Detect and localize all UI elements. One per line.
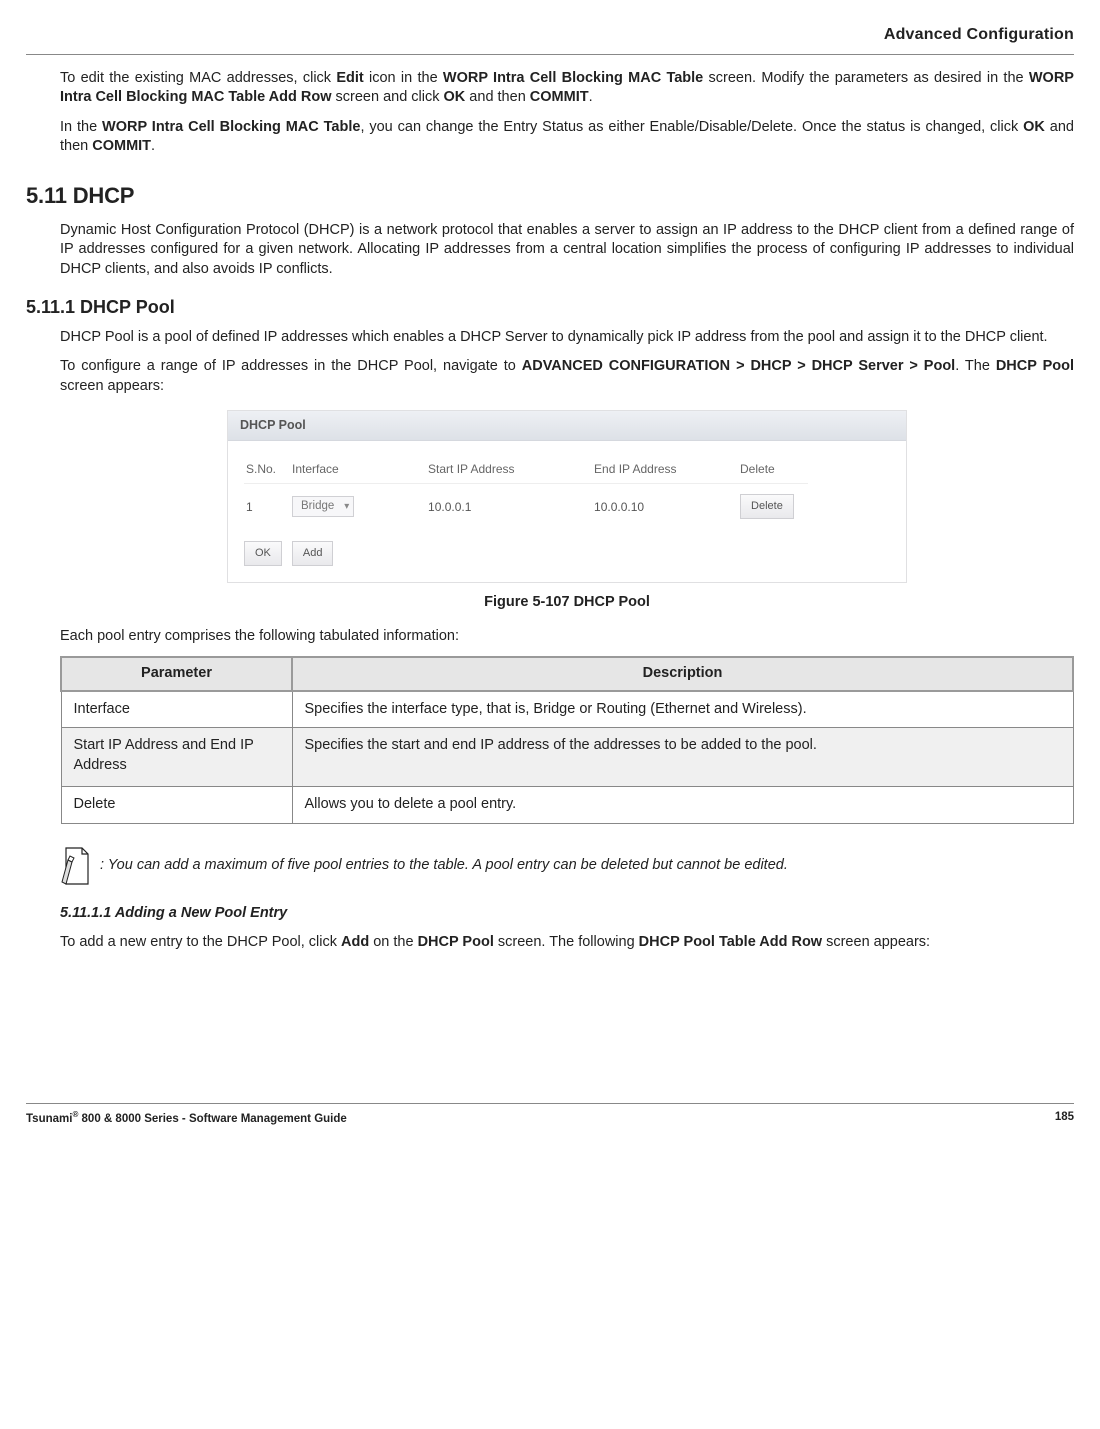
table-row: Start IP Address and End IP Address Spec…	[61, 728, 1073, 787]
ok-bold: OK	[1023, 119, 1045, 135]
figure-dhcp-pool: DHCP Pool S.No. Interface Start IP Addre…	[227, 410, 907, 583]
dhcp-heading: 5.11 DHCP	[26, 181, 1074, 211]
dhcp-pool-bold: DHCP Pool	[996, 358, 1074, 374]
col-description: Description	[292, 657, 1073, 691]
text: screen appears:	[60, 378, 164, 394]
cell-delete: Delete	[738, 484, 808, 529]
param-interface: Interface	[61, 691, 292, 728]
text: screen. Modify the parameters as desired…	[703, 70, 1029, 86]
pool-header-row: S.No. Interface Start IP Address End IP …	[244, 455, 808, 484]
interface-select[interactable]: Bridge ▾	[292, 496, 354, 518]
ok-button[interactable]: OK	[244, 541, 282, 566]
col-parameter: Parameter	[61, 657, 292, 691]
param-start-end-ip: Start IP Address and End IP Address	[61, 728, 292, 787]
col-start-ip: Start IP Address	[426, 455, 592, 484]
cell-sno: 1	[244, 484, 290, 529]
col-delete: Delete	[738, 455, 808, 484]
text: In the	[60, 119, 102, 135]
chapter-title: Advanced Configuration	[26, 20, 1074, 54]
param-header-row: Parameter Description	[61, 657, 1073, 691]
text: To edit the existing MAC addresses, clic…	[60, 70, 336, 86]
delete-button[interactable]: Delete	[740, 494, 794, 519]
cell-start-ip: 10.0.0.1	[426, 484, 592, 529]
text: To add a new entry to the DHCP Pool, cli…	[60, 934, 341, 950]
header-rule	[26, 54, 1074, 55]
chevron-down-icon: ▾	[344, 500, 349, 514]
table-lead: Each pool entry comprises the following …	[60, 627, 1074, 647]
text: .	[151, 138, 155, 154]
text: icon in the	[364, 70, 443, 86]
text: and then	[465, 89, 530, 105]
dhcp-pool-heading: 5.11.1 DHCP Pool	[26, 295, 1074, 319]
text: screen and click	[332, 89, 444, 105]
text: on the	[369, 934, 417, 950]
text: screen. The following	[494, 934, 639, 950]
param-delete: Delete	[61, 787, 292, 824]
add-bold: Add	[341, 934, 369, 950]
text: .	[589, 89, 593, 105]
note-icon	[60, 846, 92, 886]
intro-para-1: To edit the existing MAC addresses, clic…	[60, 69, 1074, 108]
dhcp-pool-bold: DHCP Pool	[418, 934, 494, 950]
table-row: Interface Specifies the interface type, …	[61, 691, 1073, 728]
dhcp-para: Dynamic Host Configuration Protocol (DHC…	[60, 221, 1074, 280]
note-text: : You can add a maximum of five pool ent…	[100, 856, 788, 876]
page-number: 185	[1055, 1110, 1074, 1127]
adding-heading: 5.11.1.1 Adding a New Pool Entry	[60, 904, 1074, 924]
footer-title: 800 & 8000 Series - Software Management …	[78, 1113, 346, 1125]
pool-para-1: DHCP Pool is a pool of defined IP addres…	[60, 328, 1074, 348]
edit-bold: Edit	[336, 70, 363, 86]
footer-product: Tsunami	[26, 1113, 72, 1125]
cell-end-ip: 10.0.0.10	[592, 484, 738, 529]
page-footer: Tsunami® 800 & 8000 Series - Software Ma…	[26, 1103, 1074, 1127]
figure-caption: Figure 5-107 DHCP Pool	[60, 593, 1074, 613]
add-row-bold: DHCP Pool Table Add Row	[639, 934, 822, 950]
intro-para-2: In the WORP Intra Cell Blocking MAC Tabl…	[60, 118, 1074, 157]
col-interface: Interface	[290, 455, 426, 484]
col-sno: S.No.	[244, 455, 290, 484]
ok-bold: OK	[444, 89, 466, 105]
table-row: Delete Allows you to delete a pool entry…	[61, 787, 1073, 824]
text: , you can change the Entry Status as eit…	[360, 119, 1023, 135]
col-end-ip: End IP Address	[592, 455, 738, 484]
desc-interface: Specifies the interface type, that is, B…	[292, 691, 1073, 728]
nav-path-bold: ADVANCED CONFIGURATION > DHCP > DHCP Ser…	[522, 358, 955, 374]
pool-row: 1 Bridge ▾ 10.0.0.1 10.0.0.10 Delete	[244, 484, 808, 529]
adding-heading-text: 5.11.1.1 Adding a New Pool Entry	[60, 905, 287, 921]
parameter-table: Parameter Description Interface Specifie…	[60, 656, 1074, 824]
interface-select-value: Bridge	[301, 499, 334, 515]
footer-left: Tsunami® 800 & 8000 Series - Software Ma…	[26, 1110, 347, 1127]
worp-table-bold: WORP Intra Cell Blocking MAC Table	[102, 119, 360, 135]
adding-para: To add a new entry to the DHCP Pool, cli…	[60, 933, 1074, 953]
desc-delete: Allows you to delete a pool entry.	[292, 787, 1073, 824]
commit-bold: COMMIT	[530, 89, 589, 105]
pool-grid: S.No. Interface Start IP Address End IP …	[244, 455, 808, 529]
text: screen appears:	[822, 934, 930, 950]
commit-bold: COMMIT	[92, 138, 151, 154]
note: : You can add a maximum of five pool ent…	[60, 846, 1074, 886]
text: . The	[955, 358, 996, 374]
pool-para-2: To configure a range of IP addresses in …	[60, 357, 1074, 396]
dhcp-pool-panel: DHCP Pool S.No. Interface Start IP Addre…	[227, 410, 907, 583]
add-button[interactable]: Add	[292, 541, 334, 566]
text: To configure a range of IP addresses in …	[60, 358, 522, 374]
worp-table-bold: WORP Intra Cell Blocking MAC Table	[443, 70, 703, 86]
cell-interface: Bridge ▾	[290, 484, 426, 529]
panel-title: DHCP Pool	[228, 411, 906, 441]
desc-start-end-ip: Specifies the start and end IP address o…	[292, 728, 1073, 787]
